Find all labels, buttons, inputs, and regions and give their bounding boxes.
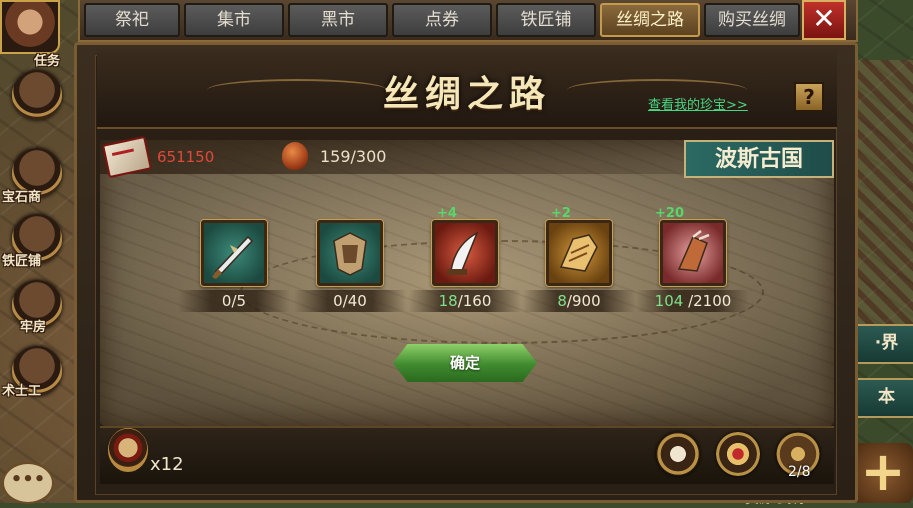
- tab-sacrifice[interactable]: 祭祀: [84, 3, 180, 37]
- tab-market[interactable]: 集市: [184, 3, 284, 37]
- help-button[interactable]: ?: [794, 82, 824, 112]
- instance-button[interactable]: 本: [856, 378, 913, 418]
- gold-value: 651150: [157, 148, 215, 166]
- item-count: 0/5: [178, 290, 290, 312]
- task-button[interactable]: [12, 70, 62, 120]
- expand-plus-button[interactable]: +: [853, 443, 913, 503]
- close-button[interactable]: ✕: [802, 0, 846, 40]
- required-count: 160: [462, 292, 492, 310]
- required-count: 40: [347, 292, 367, 310]
- bag-capacity: 159/300: [320, 147, 387, 166]
- required-count: 2100: [693, 292, 732, 310]
- tab-black-market[interactable]: 黑市: [288, 3, 388, 37]
- ring-icon[interactable]: [716, 432, 760, 476]
- gold-gauntlet-icon[interactable]: [546, 220, 612, 286]
- pink-claw-icon[interactable]: [660, 220, 726, 286]
- item-count: 0/40: [294, 290, 406, 312]
- gem-merchant-label: 宝石商: [2, 190, 42, 205]
- owned-count: 0: [221, 292, 232, 310]
- tab-coupons[interactable]: 点券: [392, 3, 492, 37]
- tab-buy-silk[interactable]: 购买丝绸: [704, 3, 800, 37]
- blacksmith-label: 铁匠铺: [2, 254, 42, 269]
- green-armor-icon[interactable]: [317, 220, 383, 286]
- owned-count: 0: [333, 292, 343, 310]
- owned-count: 104: [654, 292, 684, 310]
- tab-bar: 祭祀 集市 黑市 点券 铁匠铺 丝绸之路 购买丝绸: [78, 0, 858, 42]
- item-bonus: +4: [437, 206, 457, 221]
- view-treasure-link[interactable]: 查看我的珍宝>>: [648, 94, 748, 113]
- tab-silk-road[interactable]: 丝绸之路: [600, 3, 700, 37]
- item-count: 18/160: [409, 290, 521, 312]
- item-bonus: +20: [655, 206, 684, 221]
- country-tag: 波斯古国: [684, 140, 834, 178]
- red-blade-icon[interactable]: [432, 220, 498, 286]
- owned-count: 8: [557, 292, 567, 310]
- player-avatar[interactable]: [0, 0, 60, 54]
- world-button[interactable]: ·界: [856, 324, 913, 364]
- scroll-count: x12: [150, 454, 184, 475]
- item-count: 104 /2100: [637, 290, 749, 312]
- item-count: 8/900: [523, 290, 635, 312]
- page-counter: 2/8: [788, 464, 811, 480]
- scroll-icon[interactable]: [108, 428, 148, 472]
- title-bar: 丝绸之路: [97, 49, 837, 129]
- confirm-button[interactable]: 确定: [393, 344, 537, 382]
- owned-count: 18: [438, 292, 458, 310]
- task-label: 任务: [34, 54, 61, 69]
- tab-blacksmith[interactable]: 铁匠铺: [496, 3, 596, 37]
- item-bonus: +2: [551, 206, 571, 221]
- green-dagger-icon[interactable]: [201, 220, 267, 286]
- required-count: 5: [236, 292, 247, 310]
- warlock-label: 术士工: [2, 384, 42, 399]
- required-count: 900: [571, 292, 601, 310]
- chat-button[interactable]: •••: [2, 462, 54, 504]
- silk-bag-icon: [282, 142, 308, 170]
- wheel-icon[interactable]: [656, 432, 700, 476]
- prison-label: 牢房: [20, 320, 47, 335]
